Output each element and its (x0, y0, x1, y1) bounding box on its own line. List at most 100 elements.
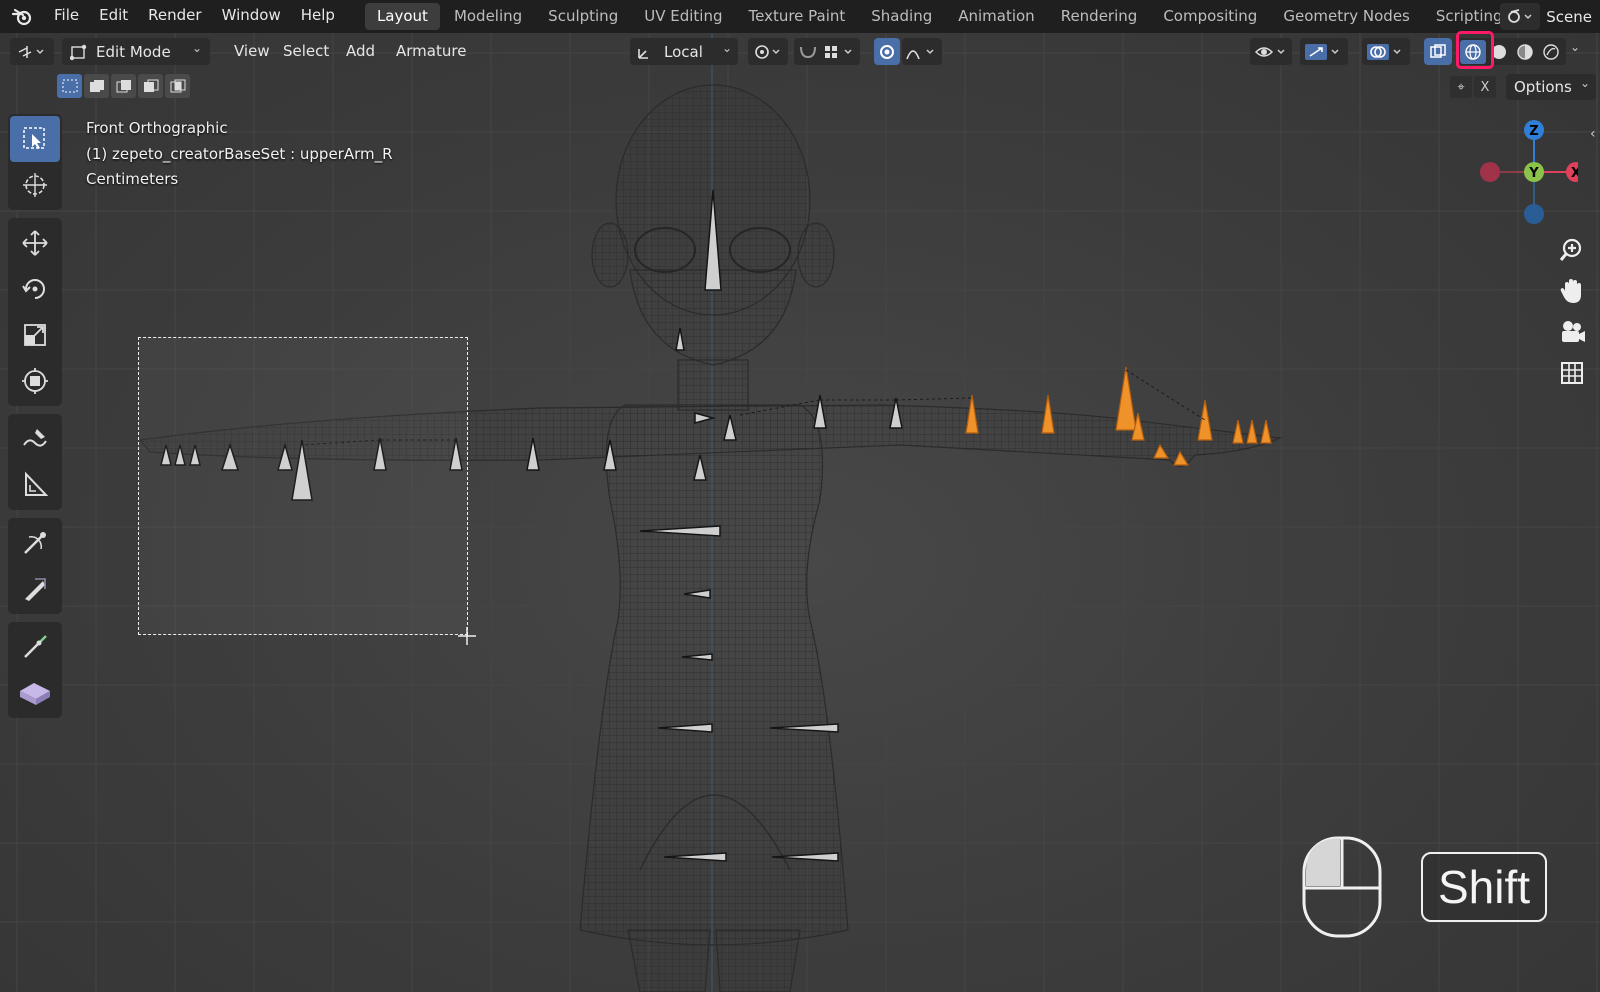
editor-type-button[interactable] (10, 38, 54, 65)
tab-uv-editing[interactable]: UV Editing (632, 3, 734, 30)
proportional-edit-button[interactable] (874, 38, 900, 65)
select-new-icon (62, 79, 77, 93)
tab-compositing[interactable]: Compositing (1151, 3, 1269, 30)
sidebar-toggle-icon[interactable]: ‹ (1590, 126, 1596, 142)
hand-icon (1560, 279, 1581, 303)
annotate-tool[interactable] (10, 416, 60, 462)
menu-view[interactable]: View (234, 38, 270, 65)
cursor-icon (23, 173, 47, 197)
move-icon (22, 230, 48, 256)
workspace-tabs: Layout Modeling Sculpting UV Editing Tex… (364, 0, 1517, 33)
top-menu-bar: File Edit Render Window Help Layout Mode… (0, 0, 1600, 33)
select-mode-row (57, 74, 190, 100)
proportional-icon (880, 44, 894, 59)
tab-geometry-nodes[interactable]: Geometry Nodes (1271, 3, 1422, 30)
select-intersect-button[interactable] (165, 74, 190, 98)
tab-modeling[interactable]: Modeling (442, 3, 534, 30)
object-info-label: (1) zepeto_creatorBaseSet : upperArm_R (86, 144, 393, 163)
rotate-icon (22, 279, 45, 299)
move-tool[interactable] (10, 220, 60, 266)
tab-layout[interactable]: Layout (364, 3, 440, 30)
tool-shelf (8, 114, 62, 726)
xray-button[interactable] (1424, 38, 1452, 65)
options-dropdown[interactable]: Options ⌄ (1506, 74, 1596, 100)
snap-button[interactable] (794, 38, 860, 65)
zoom-icon (1559, 238, 1582, 261)
menu-armature[interactable]: Armature (396, 38, 466, 65)
chevron-down-icon: ⌄ (191, 41, 202, 55)
tab-rendering[interactable]: Rendering (1049, 3, 1150, 30)
transform-tool[interactable] (10, 358, 60, 404)
bone-envelope-tool[interactable] (10, 670, 60, 716)
neg-x-axis-handle[interactable] (1480, 162, 1500, 182)
scene-icon[interactable] (1500, 3, 1541, 30)
xray-icon (1430, 43, 1446, 58)
overlays-button[interactable] (1362, 38, 1410, 65)
transform-orientation-dropdown[interactable]: Local ⌄ (630, 38, 738, 65)
selection-pick-icon[interactable]: ⌖ (1450, 76, 1472, 98)
roll-tool[interactable] (10, 520, 60, 566)
scene-selector: Scene (1500, 0, 1600, 33)
select-invert-button[interactable] (138, 74, 163, 98)
blender-logo-icon[interactable] (0, 0, 44, 33)
scale-tool[interactable] (10, 312, 60, 358)
scene-label[interactable]: Scene (1546, 8, 1600, 26)
mode-dropdown[interactable]: Edit Mode ⌄ (62, 38, 210, 65)
visibility-button[interactable] (1250, 38, 1292, 65)
snap-icon (800, 45, 852, 58)
xray-toggle-small[interactable]: X (1474, 76, 1496, 98)
gizmo-toggle-button[interactable] (1300, 38, 1348, 65)
rendered-shading-button[interactable] (1538, 43, 1564, 61)
select-subtract-button[interactable] (111, 74, 136, 98)
select-new-button[interactable] (57, 74, 82, 98)
shading-options-chevron-icon[interactable]: ⌄ (1570, 40, 1580, 54)
cursor-tool[interactable] (10, 162, 60, 208)
menu-window[interactable]: Window (212, 0, 291, 33)
material-shading-button[interactable] (1512, 43, 1538, 61)
measure-tool[interactable] (10, 462, 60, 508)
menu-select[interactable]: Select (283, 38, 329, 65)
menu-add[interactable]: Add (346, 38, 375, 65)
tab-shading[interactable]: Shading (859, 3, 944, 30)
tab-texture-paint[interactable]: Texture Paint (736, 3, 857, 30)
select-extend-icon (89, 80, 104, 92)
transform-icon (22, 368, 48, 394)
camera-view-button[interactable] (1555, 315, 1589, 349)
edit-mode-icon (70, 44, 87, 60)
bone-size-tool[interactable] (10, 566, 60, 612)
neg-z-axis-handle[interactable] (1524, 204, 1544, 224)
select-extend-button[interactable] (84, 74, 109, 98)
measure-icon (25, 471, 49, 496)
highlight-annotation (1456, 31, 1494, 69)
bone-roll-icon (24, 532, 46, 554)
menu-file[interactable]: File (44, 0, 89, 33)
material-sphere-icon (1517, 43, 1533, 60)
menu-edit[interactable]: Edit (89, 0, 138, 33)
orientation-label: Local (664, 42, 703, 61)
proportional-falloff-button[interactable] (902, 38, 942, 65)
pivot-point-button[interactable] (748, 38, 788, 65)
navigation-gizmo[interactable]: Z X Y (1474, 118, 1578, 226)
perspective-toggle-button[interactable] (1555, 356, 1589, 390)
select-intersect-icon (170, 79, 185, 93)
grid-icon (1561, 362, 1583, 384)
gizmo-icon (1305, 43, 1339, 60)
menu-help[interactable]: Help (291, 0, 345, 33)
chevron-down-icon: ⌄ (721, 41, 732, 55)
tab-animation[interactable]: Animation (946, 3, 1046, 30)
annotate-icon (23, 429, 47, 447)
z-axis-label: Z (1529, 124, 1538, 139)
extrude-tool[interactable] (10, 624, 60, 670)
chevron-down-icon: ⌄ (1579, 76, 1590, 90)
units-label: Centimeters (86, 170, 179, 188)
pan-button[interactable] (1555, 274, 1589, 308)
camera-icon (1562, 321, 1585, 342)
menu-render[interactable]: Render (138, 0, 211, 33)
falloff-icon (906, 48, 934, 59)
rotate-tool[interactable] (10, 266, 60, 312)
zoom-button[interactable] (1555, 233, 1589, 267)
tab-sculpting[interactable]: Sculpting (536, 3, 630, 30)
pivot-icon (755, 44, 780, 59)
select-subtract-icon (116, 80, 131, 93)
select-box-tool[interactable] (10, 116, 60, 162)
